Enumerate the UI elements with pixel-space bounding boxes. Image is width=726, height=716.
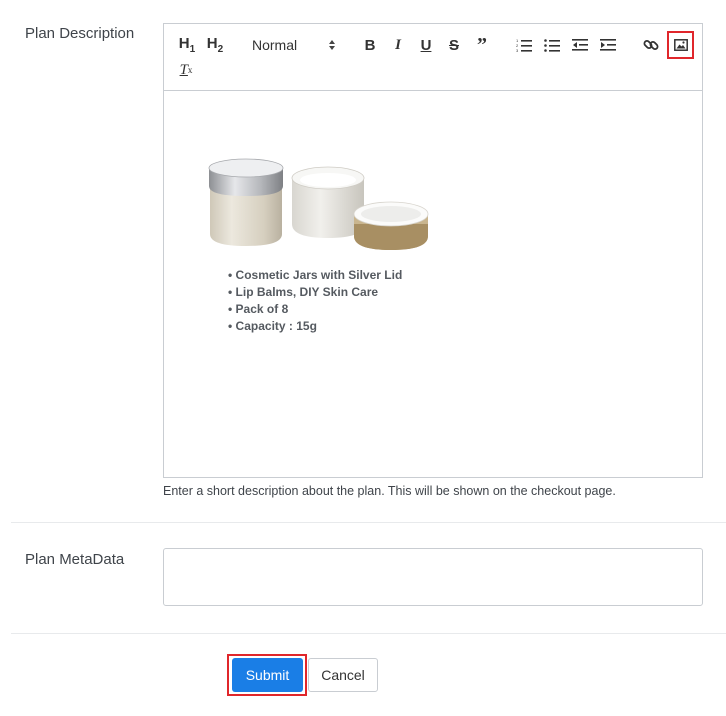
underline-icon[interactable]: U: [416, 34, 436, 56]
cosmetic-jars-image: [208, 158, 429, 250]
select-arrows-icon: [329, 40, 335, 50]
section-divider: [11, 633, 726, 634]
format-select[interactable]: Normal: [248, 34, 340, 56]
ordered-list-icon[interactable]: 1 2 3: [514, 34, 534, 56]
strikethrough-icon[interactable]: S: [444, 34, 464, 56]
clear-format-icon[interactable]: Tx: [176, 59, 196, 81]
section-divider: [11, 522, 726, 523]
plan-metadata-label: Plan MetaData: [25, 551, 125, 568]
link-icon[interactable]: [641, 34, 661, 56]
submit-button[interactable]: Submit: [232, 658, 303, 692]
image-icon[interactable]: [667, 31, 694, 59]
cancel-button[interactable]: Cancel: [308, 658, 378, 692]
editor-toolbar: H1 H2 Normal B I U S ” 1 2 3 T x: [164, 24, 702, 91]
bold-icon[interactable]: B: [360, 34, 380, 56]
description-bullet-list: Cosmetic Jars with Silver Lid Lip Balms,…: [228, 267, 403, 335]
italic-icon[interactable]: I: [388, 34, 408, 56]
list-item: Capacity : 15g: [228, 318, 402, 335]
list-item: Lip Balms, DIY Skin Care: [228, 284, 402, 301]
editor-content[interactable]: Cosmetic Jars with Silver Lid Lip Balms,…: [164, 92, 702, 477]
svg-text:3: 3: [516, 48, 519, 52]
bullet-list-icon[interactable]: [542, 34, 562, 56]
rich-text-editor: H1 H2 Normal B I U S ” 1 2 3 T x • Cosme…: [163, 23, 703, 478]
list-item: Pack of 8: [228, 301, 402, 318]
list-item: Cosmetic Jars with Silver Lid: [228, 267, 403, 284]
format-select-value: Normal: [252, 37, 298, 53]
heading-1-icon[interactable]: H1: [176, 34, 198, 56]
indent-icon[interactable]: [598, 34, 618, 56]
description-help-text: Enter a short description about the plan…: [163, 484, 616, 498]
plan-description-label: Plan Description: [25, 25, 135, 42]
blockquote-icon[interactable]: ”: [472, 34, 492, 56]
outdent-icon[interactable]: [570, 34, 590, 56]
heading-2-icon[interactable]: H2: [204, 34, 226, 56]
plan-metadata-input[interactable]: [163, 548, 703, 606]
